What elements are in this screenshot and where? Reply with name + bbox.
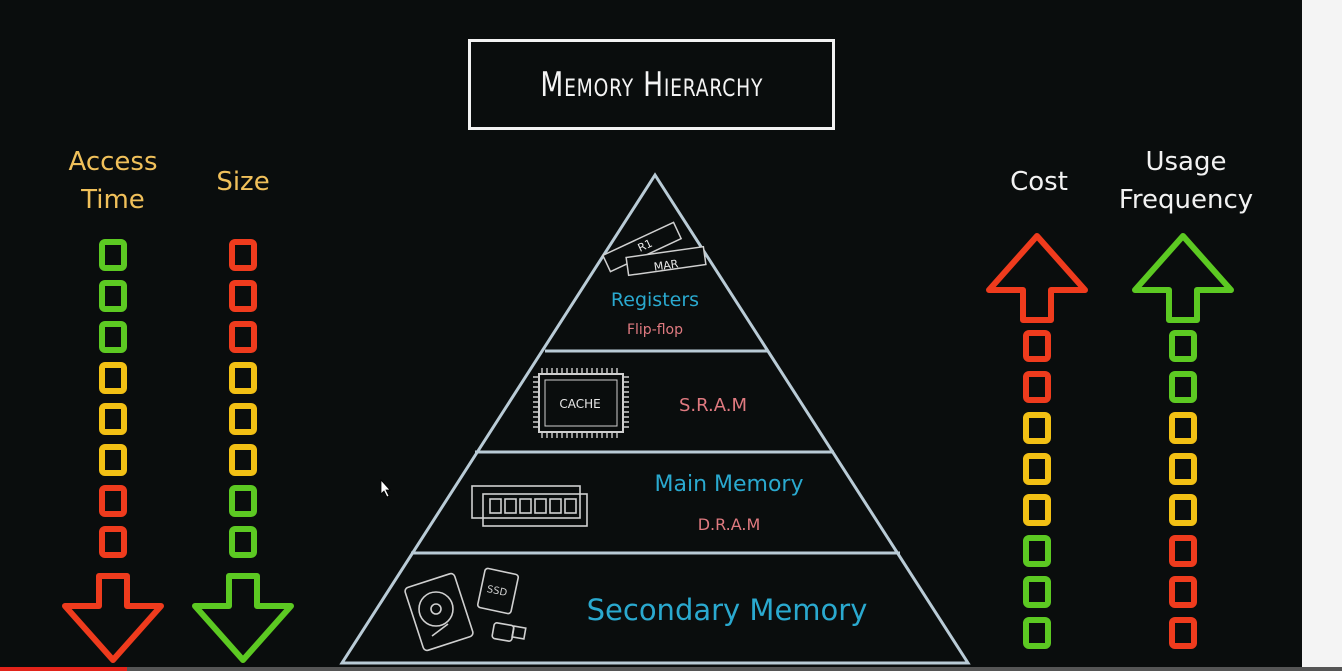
cost-arrow-up-icon [986, 233, 1088, 323]
size-arrow-down-icon [192, 573, 294, 663]
mar-chip-label: MAR [653, 257, 680, 273]
access-time-block [99, 526, 127, 558]
ram-stick-icon [471, 485, 588, 527]
main-memory-label: Main Memory [655, 472, 804, 497]
flip-flop-label: Flip-flop [627, 322, 683, 338]
cost-scale [986, 233, 1088, 649]
access-time-arrow-down-icon [62, 573, 164, 663]
cost-block [1023, 453, 1051, 485]
usage-frequency-block [1169, 412, 1197, 444]
hard-disk-icon [404, 572, 474, 652]
mouse-cursor-icon [380, 478, 391, 498]
access-time-block [99, 239, 127, 271]
secondary-memory-label: Secondary Memory [587, 593, 868, 627]
video-progress-fill [0, 667, 128, 671]
access-time-block [99, 280, 127, 312]
usage-frequency-block [1169, 617, 1197, 649]
access-time-block [99, 403, 127, 435]
usage-frequency-block [1169, 576, 1197, 608]
dram-label: D.R.A.M [698, 515, 761, 534]
ssd-label: SSD [486, 584, 509, 599]
cost-block [1023, 412, 1051, 444]
size-scale [192, 239, 294, 663]
cost-block [1023, 576, 1051, 608]
cost-block [1023, 330, 1051, 362]
memory-hierarchy-diagram: R1 MAR Registers Flip-flop CACHE S.R.A.M… [62, 172, 1234, 665]
size-block [229, 485, 257, 517]
cost-block [1023, 494, 1051, 526]
usage-frequency-scale [1132, 233, 1234, 649]
right-edge-strip [1302, 0, 1342, 671]
size-block [229, 239, 257, 271]
usage-frequency-arrow-up-icon [1132, 233, 1234, 323]
usage-frequency-block [1169, 453, 1197, 485]
access-time-block [99, 444, 127, 476]
cache-chip-label: CACHE [559, 397, 600, 411]
access-time-block [99, 362, 127, 394]
access-time-block [99, 321, 127, 353]
registers-label: Registers [611, 289, 699, 311]
size-block [229, 321, 257, 353]
size-block [229, 444, 257, 476]
sram-label: S.R.A.M [679, 395, 747, 416]
size-block [229, 362, 257, 394]
access-time-scale [62, 239, 164, 663]
cost-block [1023, 617, 1051, 649]
usage-frequency-block [1169, 535, 1197, 567]
usage-frequency-block [1169, 371, 1197, 403]
size-block [229, 526, 257, 558]
size-block [229, 403, 257, 435]
size-block [229, 280, 257, 312]
video-progress-bar[interactable] [0, 667, 1342, 671]
cost-block [1023, 371, 1051, 403]
usb-drive-icon [491, 622, 527, 642]
cost-block [1023, 535, 1051, 567]
access-time-block [99, 485, 127, 517]
usage-frequency-block [1169, 330, 1197, 362]
usage-frequency-block [1169, 494, 1197, 526]
slide: Memory Hierarchy Access Time Size Cost U… [0, 0, 1342, 671]
